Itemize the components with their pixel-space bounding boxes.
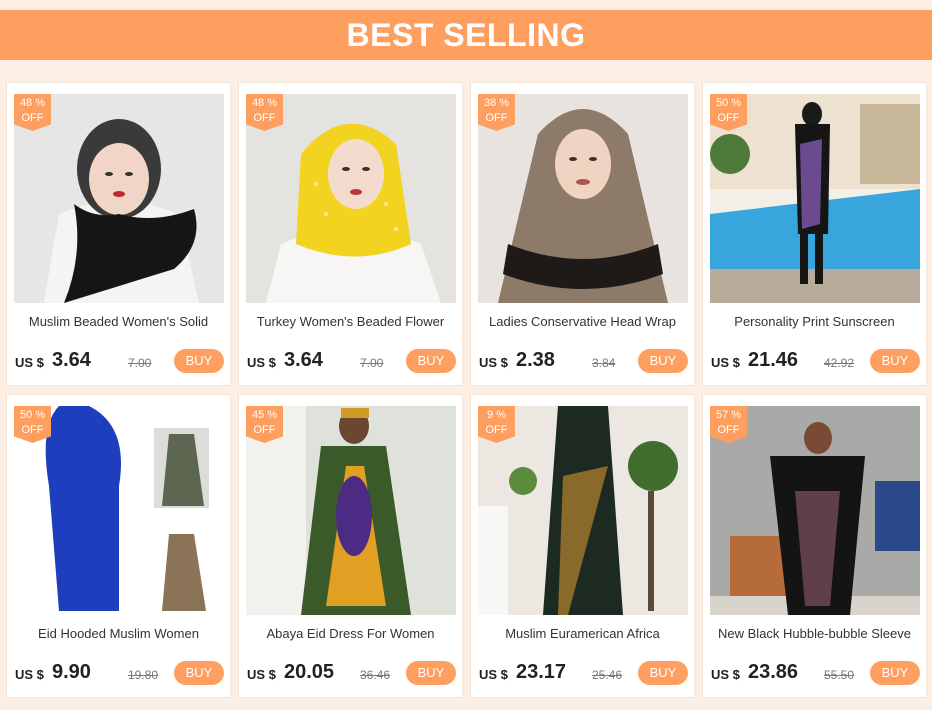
currency-label: US $ [15, 667, 44, 682]
sale-price: 9.90 [52, 661, 91, 683]
sale-price: 23.17 [516, 661, 567, 683]
product-name[interactable]: Eid Hooded Muslim Women [11, 626, 226, 641]
original-price: 3.84 [592, 356, 616, 370]
product-name[interactable]: Muslim Euramerican Africa [475, 626, 690, 641]
buy-button[interactable]: BUY [406, 661, 456, 685]
product-name[interactable]: Ladies Conservative Head Wrap [475, 314, 690, 329]
sale-price: 3.64 [284, 349, 323, 371]
buy-button[interactable]: BUY [870, 661, 920, 685]
product-card[interactable]: 48 % OFF Muslim Beaded Women's Solid US $… [6, 82, 231, 386]
price-row: US $ 3.64 7.00 BUY [247, 349, 456, 375]
buy-button[interactable]: BUY [870, 349, 920, 373]
product-name[interactable]: New Black Hubble-bubble Sleeve [707, 626, 922, 641]
product-card[interactable]: 48 % OFF Turkey Women's Beaded Flower US … [238, 82, 463, 386]
best-selling-banner: BEST SELLING [0, 10, 932, 60]
sale-price: 2.38 [516, 349, 555, 371]
original-price: 55.50 [824, 668, 855, 682]
product-card[interactable]: 50 % OFF Personality Print Sunscreen US $… [702, 82, 927, 386]
currency-label: US $ [479, 355, 508, 370]
buy-button[interactable]: BUY [174, 349, 224, 373]
currency-label: US $ [247, 667, 276, 682]
original-price: 7.00 [360, 356, 384, 370]
product-card[interactable]: 57 % OFF New Black Hubble-bubble Sleeve U… [702, 394, 927, 698]
price-row: US $ 21.46 42.92 BUY [711, 349, 920, 375]
original-price: 36.46 [360, 668, 391, 682]
buy-button[interactable]: BUY [406, 349, 456, 373]
original-price: 7.00 [128, 356, 152, 370]
product-name[interactable]: Abaya Eid Dress For Women [243, 626, 458, 641]
price-row: US $ 23.17 25.46 BUY [479, 661, 688, 687]
discount-badge: 9 % OFF [478, 406, 515, 443]
price-row: US $ 23.86 55.50 BUY [711, 661, 920, 687]
currency-label: US $ [479, 667, 508, 682]
currency-label: US $ [711, 355, 740, 370]
discount-badge: 57 % OFF [710, 406, 747, 443]
discount-badge: 38 % OFF [478, 94, 515, 131]
product-card[interactable]: 45 % OFF Abaya Eid Dress For Women US $ 2… [238, 394, 463, 698]
sale-price: 21.46 [748, 349, 799, 371]
product-card[interactable]: 50 % OFF Eid Hooded Muslim Women US $ 9.9… [6, 394, 231, 698]
price-row: US $ 9.90 19.80 BUY [15, 661, 224, 687]
product-card[interactable]: 9 % OFF Muslim Euramerican Africa US $ 23… [470, 394, 695, 698]
sale-price: 3.64 [52, 349, 91, 371]
product-card[interactable]: 38 % OFF Ladies Conservative Head Wrap US… [470, 82, 695, 386]
product-name[interactable]: Muslim Beaded Women's Solid [11, 314, 226, 329]
buy-button[interactable]: BUY [174, 661, 224, 685]
discount-badge: 45 % OFF [246, 406, 283, 443]
product-name[interactable]: Personality Print Sunscreen [707, 314, 922, 329]
product-name[interactable]: Turkey Women's Beaded Flower [243, 314, 458, 329]
original-price: 42.92 [824, 356, 855, 370]
original-price: 19.80 [128, 668, 159, 682]
discount-badge: 50 % OFF [710, 94, 747, 131]
sale-price: 23.86 [748, 661, 799, 683]
discount-badge: 48 % OFF [246, 94, 283, 131]
price-row: US $ 3.64 7.00 BUY [15, 349, 224, 375]
banner-title: BEST SELLING [346, 16, 586, 53]
currency-label: US $ [711, 667, 740, 682]
price-row: US $ 2.38 3.84 BUY [479, 349, 688, 375]
discount-badge: 50 % OFF [14, 406, 51, 443]
product-grid: 48 % OFF Muslim Beaded Women's Solid US $… [6, 82, 927, 698]
buy-button[interactable]: BUY [638, 349, 688, 373]
sale-price: 20.05 [284, 661, 335, 683]
buy-button[interactable]: BUY [638, 661, 688, 685]
currency-label: US $ [247, 355, 276, 370]
price-row: US $ 20.05 36.46 BUY [247, 661, 456, 687]
currency-label: US $ [15, 355, 44, 370]
discount-badge: 48 % OFF [14, 94, 51, 131]
original-price: 25.46 [592, 668, 623, 682]
